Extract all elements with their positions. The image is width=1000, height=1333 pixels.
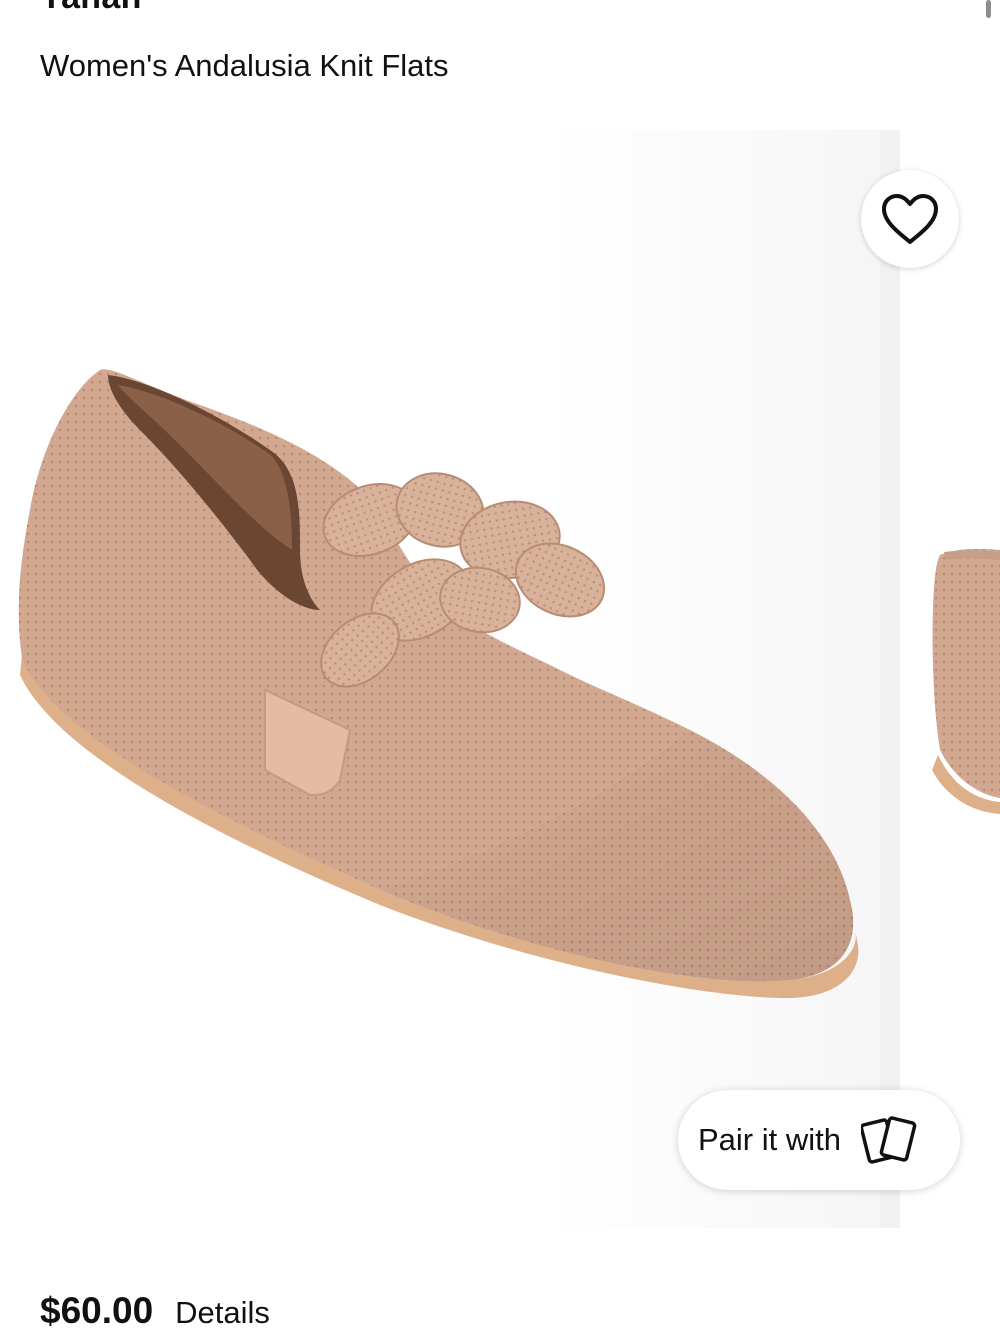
favorite-button[interactable] bbox=[861, 170, 959, 268]
product-title: Women's Andalusia Knit Flats bbox=[40, 48, 449, 83]
price-row: $60.00 Details bbox=[40, 1290, 270, 1332]
product-price: $60.00 bbox=[40, 1290, 154, 1331]
heart-outline-icon bbox=[882, 194, 938, 244]
brand-name[interactable]: Yahan bbox=[40, 0, 142, 17]
slide-divider bbox=[880, 130, 900, 1228]
details-link[interactable]: Details bbox=[175, 1295, 270, 1331]
shoe-image-partial bbox=[932, 548, 1000, 814]
pair-it-with-label: Pair it with bbox=[698, 1122, 841, 1157]
shoe-image bbox=[18, 369, 859, 999]
scrollbar-thumb[interactable] bbox=[986, 0, 991, 18]
image-carousel[interactable] bbox=[0, 130, 1000, 1228]
product-image[interactable] bbox=[0, 130, 880, 1228]
next-product-image[interactable] bbox=[900, 130, 1000, 1228]
pair-it-with-button[interactable]: Pair it with bbox=[678, 1090, 960, 1190]
product-page: Yahan Women's Andalusia Knit Flats bbox=[0, 0, 1000, 1333]
cards-icon bbox=[860, 1114, 921, 1166]
